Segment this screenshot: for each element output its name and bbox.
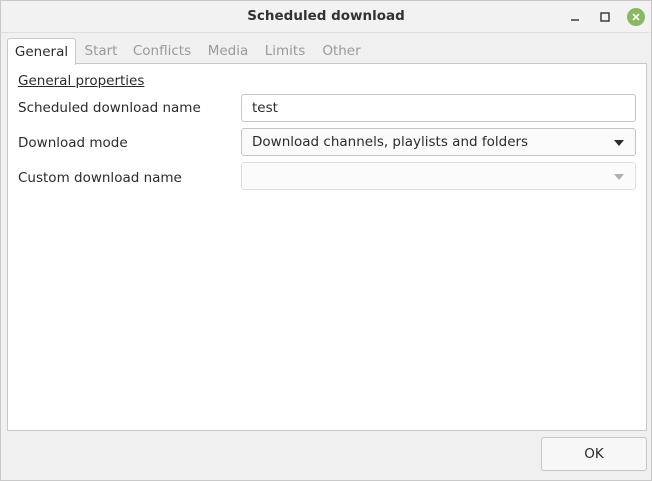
- mode-select[interactable]: Download channels, playlists and folders: [241, 128, 636, 156]
- minimize-icon: [571, 19, 579, 21]
- section-title: General properties: [18, 73, 145, 89]
- close-icon: [632, 13, 640, 21]
- custom-name-label: Custom download name: [18, 170, 182, 186]
- minimize-button[interactable]: [564, 6, 586, 28]
- mode-label: Download mode: [18, 135, 128, 151]
- tab-general[interactable]: General: [7, 38, 76, 65]
- maximize-button[interactable]: [594, 6, 616, 28]
- tab-other[interactable]: Other: [317, 38, 366, 64]
- dialog-window: Scheduled download General Start Conflic…: [0, 0, 652, 481]
- window-title: Scheduled download: [247, 8, 405, 24]
- tab-limits[interactable]: Limits: [262, 38, 308, 64]
- chevron-down-icon: [614, 174, 624, 180]
- chevron-down-icon: [614, 140, 624, 146]
- general-panel: General properties Scheduled download na…: [7, 63, 647, 431]
- name-input-value: test: [252, 100, 278, 116]
- mode-select-value: Download channels, playlists and folders: [252, 134, 529, 150]
- name-label: Scheduled download name: [18, 100, 201, 116]
- custom-name-select[interactable]: [241, 162, 636, 190]
- tab-start[interactable]: Start: [76, 38, 126, 64]
- ok-button[interactable]: OK: [541, 437, 647, 471]
- close-button-circle: [627, 8, 645, 26]
- name-input[interactable]: test: [241, 94, 636, 122]
- close-button[interactable]: [625, 6, 647, 28]
- tab-media[interactable]: Media: [203, 38, 253, 64]
- maximize-icon: [600, 12, 610, 22]
- title-bar: Scheduled download: [1, 1, 651, 33]
- tab-conflicts[interactable]: Conflicts: [129, 38, 195, 64]
